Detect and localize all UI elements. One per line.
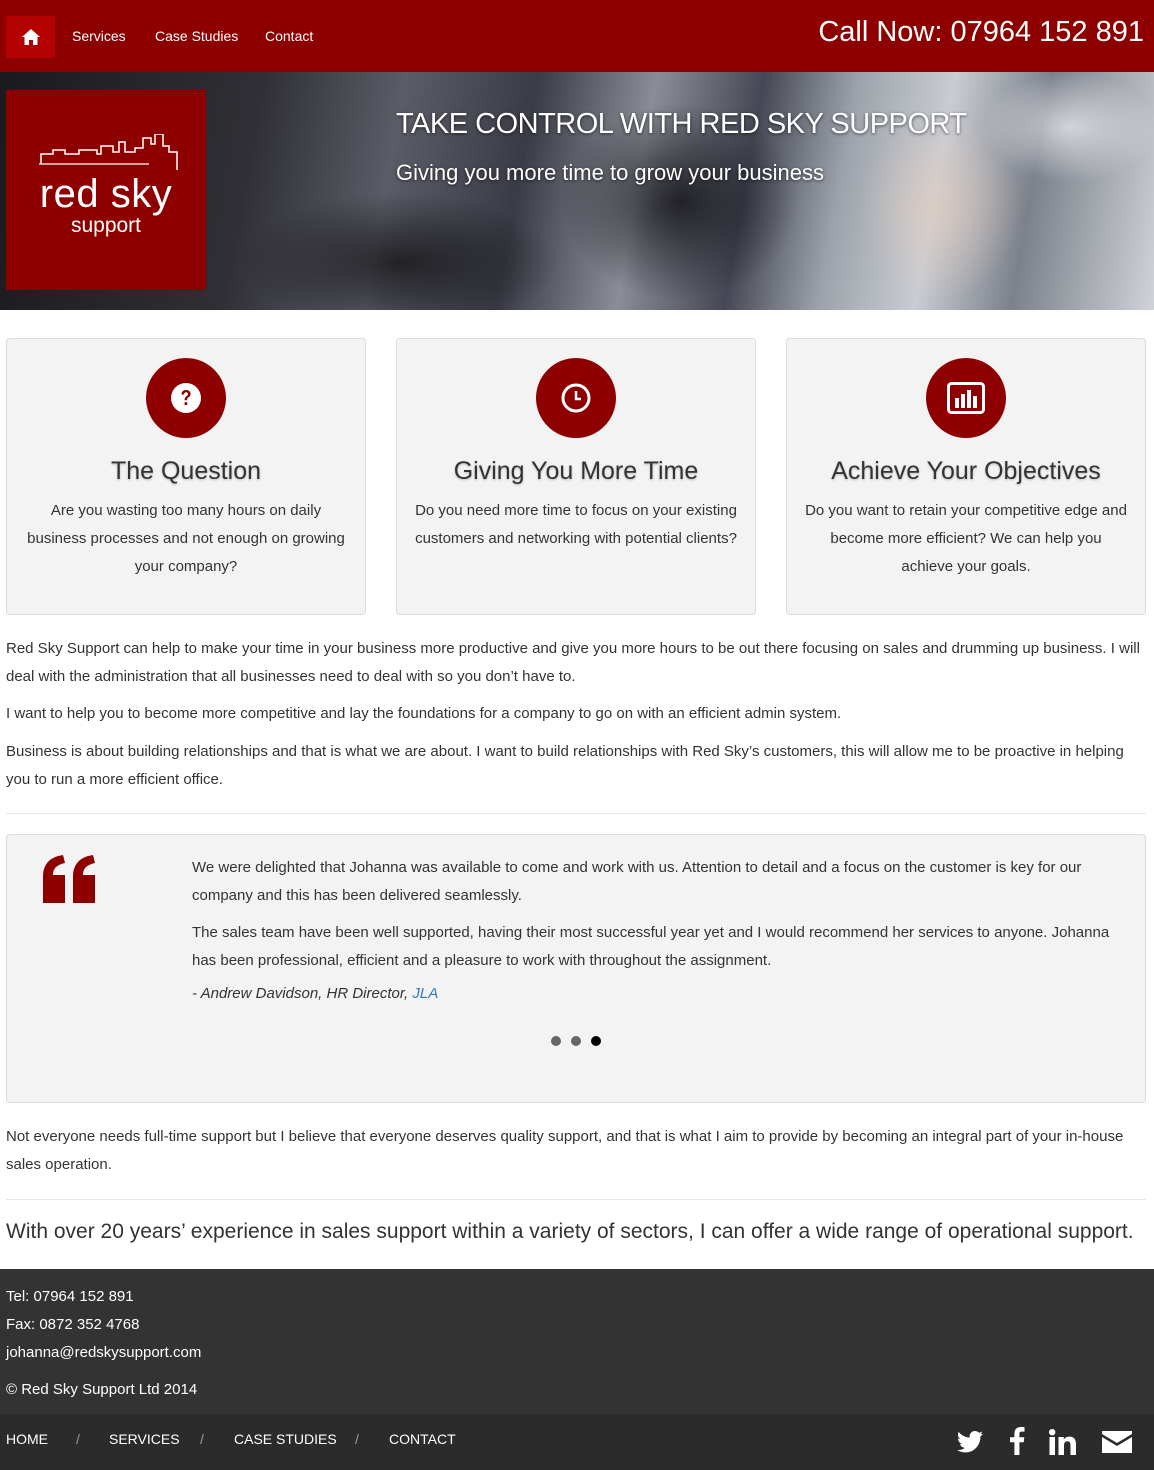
feature-title: Achieve Your Objectives [831,457,1101,485]
clock-icon [561,383,591,413]
skyline-icon [39,134,178,170]
feature-icon-circle [536,358,616,438]
testimonial-text-2: The sales team have been well supported,… [192,924,1110,969]
feature-title: The Question [110,457,262,485]
testimonial-author-name: - Andrew Davidson, HR Director, [192,985,413,1002]
intro-paragraph-1: Red Sky Support can help to make your ti… [6,640,1140,685]
feature-box-question: The Question Are you wasting too many ho… [6,338,366,615]
divider [6,813,1146,814]
intro-paragraph-2: I want to help you to become more compet… [6,705,842,722]
testimonial-text-1: We were delighted that Johanna was avail… [192,859,1082,904]
footer-nav-services[interactable]: SERVICES [109,1431,180,1447]
nav-link-contact[interactable]: Contact [265,28,313,44]
hero-subtitle: Giving you more time to grow your busine… [396,160,824,185]
logo-text-main: red sky [39,172,173,216]
red-sky-logo[interactable]: red sky support [6,90,206,290]
footer-nav-case-studies[interactable]: CASE STUDIES [234,1431,337,1447]
feature-text: Do you need more time to focus on your e… [415,502,737,547]
testimonial-company-link[interactable]: JLA [412,985,438,1002]
footer-nav-separator: / [355,1431,359,1447]
carousel-dot-3[interactable] [591,1036,601,1046]
call-now-label: Call Now: [818,16,943,48]
footer-nav-bar: HOME / SERVICES / CASE STUDIES / CONTACT [0,1414,1154,1470]
testimonial-author: - Andrew Davidson, HR Director, JLA [192,985,438,1002]
footer: Tel: 07964 152 891 Fax: 0872 352 4768 jo… [0,1269,1154,1414]
feature-title: Giving You More Time [453,457,699,485]
feature-text: Do you want to retain your competitive e… [805,502,1127,575]
feature-text: Are you wasting too many hours on daily … [27,502,345,575]
carousel-dot-2[interactable] [571,1036,581,1046]
footer-nav-contact[interactable]: CONTACT [389,1431,456,1447]
footer-tel[interactable]: Tel: 07964 152 891 [6,1288,134,1305]
feature-box-objectives: Achieve Your Objectives Do you want to r… [786,338,1146,615]
footer-email[interactable]: johanna@redskysupport.com [6,1344,201,1361]
home-icon [21,29,40,45]
top-navbar: Services Case Studies Contact Call Now: … [0,0,1154,72]
call-now-number[interactable]: 07964 152 891 [950,16,1144,48]
home-button[interactable] [6,16,55,58]
quote-left-icon [43,855,95,903]
experience-lead: With over 20 years’ experience in sales … [6,1220,1134,1243]
carousel-dot-1[interactable] [551,1036,561,1046]
facebook-icon[interactable] [1009,1427,1025,1455]
divider [6,1199,1146,1200]
support-paragraph: Not everyone needs full-time support but… [6,1128,1124,1173]
footer-copyright: © Red Sky Support Ltd 2014 [6,1381,198,1398]
call-now: Call Now: 07964 152 891 [818,16,1144,49]
feature-icon-circle [926,358,1006,438]
question-circle-icon [171,383,201,413]
footer-nav-separator: / [76,1431,80,1447]
footer-nav-separator: / [200,1431,204,1447]
feature-icon-circle [146,358,226,438]
testimonial-carousel: We were delighted that Johanna was avail… [6,834,1146,1103]
footer-nav-home[interactable]: HOME [6,1431,48,1447]
footer-fax: Fax: 0872 352 4768 [6,1316,140,1333]
feature-box-time: Giving You More Time Do you need more ti… [396,338,756,615]
logo-text-sub: support [70,214,142,237]
intro-paragraph-3: Business is about building relationships… [6,743,1124,788]
envelope-icon[interactable] [1102,1431,1132,1453]
bar-chart-icon [947,382,985,414]
linkedin-icon[interactable] [1049,1429,1077,1455]
nav-link-case-studies[interactable]: Case Studies [155,28,238,44]
twitter-icon[interactable] [957,1431,983,1453]
hero-title: TAKE CONTROL WITH RED SKY SUPPORT [396,108,967,140]
nav-link-services[interactable]: Services [72,28,126,44]
hero-banner: red sky support TAKE CONTROL WITH RED SK… [0,72,1154,310]
